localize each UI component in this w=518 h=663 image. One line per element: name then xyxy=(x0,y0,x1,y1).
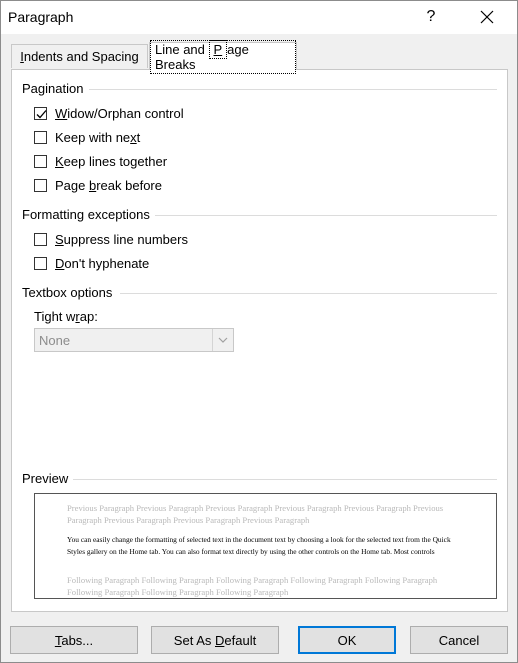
preview-heading: Preview xyxy=(22,471,69,486)
tab-indents-and-spacing[interactable]: Indents and Spacing xyxy=(11,44,148,68)
checkbox-label: Suppress line numbers xyxy=(55,231,188,247)
tab-line-and-page-breaks[interactable]: Line and Page Breaks xyxy=(149,39,297,74)
preview-sample-paragraph: You can easily change the formatting of … xyxy=(67,535,451,556)
checkbox-box xyxy=(34,232,47,246)
checkbox-box xyxy=(34,256,47,270)
cancel-button-label: Cancel xyxy=(438,632,480,648)
preview-previous-paragraph: Previous Paragraph Previous Paragraph Pr… xyxy=(67,503,444,525)
pagination-heading: Pagination xyxy=(22,81,84,96)
formatting-exceptions-divider xyxy=(155,215,497,216)
checkbox-box xyxy=(34,154,47,168)
checkbox-label: Keep lines together xyxy=(55,153,168,169)
checkbox-label: Don't hyphenate xyxy=(55,255,150,271)
tab-label: Indents and Spacing xyxy=(20,49,139,64)
checkbox-box xyxy=(34,130,47,144)
ok-button-label: OK xyxy=(337,632,357,648)
paragraph-dialog: Paragraph ? Indents and Spacing Line and… xyxy=(0,0,518,663)
checkmark-icon xyxy=(36,109,47,118)
set-as-default-label: Set As Default xyxy=(173,632,257,648)
widow-orphan-checkbox[interactable]: Widow/Orphan control xyxy=(34,104,184,122)
close-icon xyxy=(480,10,494,24)
page-break-before-checkbox[interactable]: Page break before xyxy=(34,176,162,194)
help-icon: ? xyxy=(426,8,436,25)
checkbox-label: Keep with next xyxy=(55,129,141,145)
tight-wrap-select[interactable]: None xyxy=(34,328,234,352)
textbox-options-divider xyxy=(120,293,497,294)
pagination-divider xyxy=(89,89,497,90)
suppress-line-numbers-checkbox[interactable]: Suppress line numbers xyxy=(34,230,188,248)
ok-button[interactable]: OK xyxy=(298,626,396,654)
set-as-default-button[interactable]: Set As Default xyxy=(151,626,279,654)
checkbox-box xyxy=(34,178,47,192)
help-button[interactable]: ? xyxy=(415,3,447,31)
tight-wrap-value: None xyxy=(39,333,71,348)
dont-hyphenate-checkbox[interactable]: Don't hyphenate xyxy=(34,254,149,272)
preview-box: Previous Paragraph Previous Paragraph Pr… xyxy=(34,493,497,599)
checkbox-box xyxy=(34,106,47,120)
preview-divider xyxy=(73,479,497,480)
textbox-options-heading: Textbox options xyxy=(22,285,113,300)
cancel-button[interactable]: Cancel xyxy=(410,626,508,654)
tab-label: Line and Page Breaks xyxy=(150,39,296,74)
preview-following-paragraph: Following Paragraph Following Paragraph … xyxy=(67,575,438,597)
formatting-exceptions-heading: Formatting exceptions xyxy=(22,207,150,222)
keep-with-next-checkbox[interactable]: Keep with next xyxy=(34,128,140,146)
title-bar: Paragraph ? xyxy=(1,1,517,34)
chevron-down-icon xyxy=(218,337,228,343)
tabs-button[interactable]: Tabs... xyxy=(10,626,138,654)
close-button[interactable] xyxy=(471,3,503,31)
checkbox-label: Page break before xyxy=(55,177,162,193)
tabs-button-label: Tabs... xyxy=(54,632,94,648)
tight-wrap-label: Tight wrap: xyxy=(34,309,98,324)
keep-lines-together-checkbox[interactable]: Keep lines together xyxy=(34,152,167,170)
dropdown-arrow[interactable] xyxy=(212,329,233,351)
checkbox-label: Widow/Orphan control xyxy=(55,105,184,121)
dialog-title: Paragraph xyxy=(8,9,74,25)
